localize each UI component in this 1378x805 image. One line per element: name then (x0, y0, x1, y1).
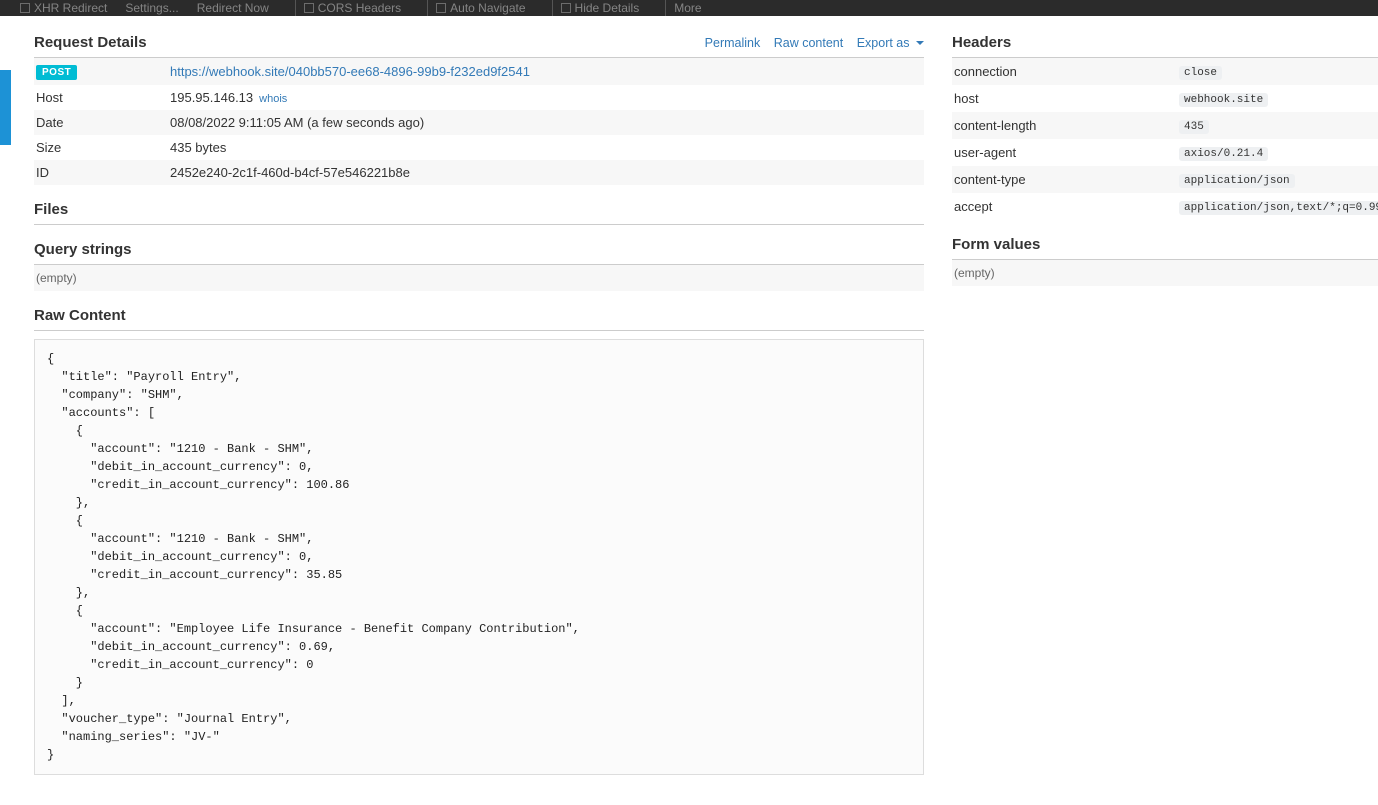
value-host: 195.95.146.13whois (170, 90, 924, 105)
raw-content-link[interactable]: Raw content (774, 36, 843, 50)
raw-content-body[interactable]: { "title": "Payroll Entry", "company": "… (34, 339, 924, 775)
toolbar-item-more[interactable]: More (674, 1, 701, 15)
label-host: Host (36, 90, 170, 105)
header-key: connection (954, 64, 1179, 79)
toolbar-item[interactable]: Auto Navigate (436, 1, 525, 15)
header-value: application/json,text/*;q=0.99 (1179, 201, 1378, 215)
export-as-dropdown[interactable]: Export as (857, 36, 924, 50)
header-row: content-typeapplication/json (952, 166, 1378, 193)
checkbox-icon (20, 3, 30, 13)
header-row: user-agentaxios/0.21.4 (952, 139, 1378, 166)
selected-request-indicator[interactable] (0, 70, 11, 145)
header-value: 435 (1179, 120, 1209, 134)
section-title: Files (34, 201, 68, 218)
header-key: user-agent (954, 145, 1179, 160)
header-value: webhook.site (1179, 93, 1268, 107)
header-value: axios/0.21.4 (1179, 147, 1268, 161)
whois-link[interactable]: whois (259, 93, 287, 105)
toolbar-item[interactable]: XHR Redirect (20, 1, 107, 15)
section-title: Request Details (34, 34, 147, 51)
method-badge: POST (36, 65, 77, 80)
value-date: 08/08/2022 9:11:05 AM (a few seconds ago… (170, 115, 924, 130)
checkbox-icon (436, 3, 446, 13)
form-values-empty: (empty) (952, 260, 1378, 286)
query-strings-header: Query strings (34, 241, 924, 265)
checkbox-icon (561, 3, 571, 13)
files-header: Files (34, 201, 924, 225)
label-date: Date (36, 115, 170, 130)
section-title: Headers (952, 34, 1011, 51)
form-values-header: Form values (952, 236, 1378, 260)
toolbar-item[interactable]: Redirect Now (197, 1, 269, 15)
toolbar-item[interactable]: Hide Details (561, 1, 640, 15)
section-title: Raw Content (34, 307, 126, 324)
top-toolbar: XHR Redirect Settings... Redirect Now CO… (0, 0, 1378, 16)
section-title: Query strings (34, 241, 132, 258)
toolbar-item[interactable]: Settings... (125, 1, 178, 15)
permalink-link[interactable]: Permalink (705, 36, 761, 50)
request-url[interactable]: https://webhook.site/040bb570-ee68-4896-… (170, 64, 924, 79)
toolbar-item[interactable]: CORS Headers (304, 1, 401, 15)
request-details-header: Request Details Permalink Raw content Ex… (34, 34, 924, 58)
section-title: Form values (952, 236, 1040, 253)
header-key: host (954, 91, 1179, 106)
value-id: 2452e240-2c1f-460d-b4cf-57e546221b8e (170, 165, 924, 180)
header-key: content-length (954, 118, 1179, 133)
header-row: content-length435 (952, 112, 1378, 139)
query-strings-empty: (empty) (34, 265, 924, 291)
value-size: 435 bytes (170, 140, 924, 155)
chevron-down-icon (916, 41, 924, 45)
header-value: close (1179, 66, 1222, 80)
header-key: content-type (954, 172, 1179, 187)
header-row: connectionclose (952, 58, 1378, 85)
headers-header: Headers (952, 34, 1378, 58)
label-size: Size (36, 140, 170, 155)
header-row: acceptapplication/json,text/*;q=0.99 (952, 193, 1378, 220)
raw-content-header: Raw Content (34, 307, 924, 331)
header-value: application/json (1179, 174, 1295, 188)
header-row: hostwebhook.site (952, 85, 1378, 112)
header-key: accept (954, 199, 1179, 214)
checkbox-icon (304, 3, 314, 13)
label-id: ID (36, 165, 170, 180)
